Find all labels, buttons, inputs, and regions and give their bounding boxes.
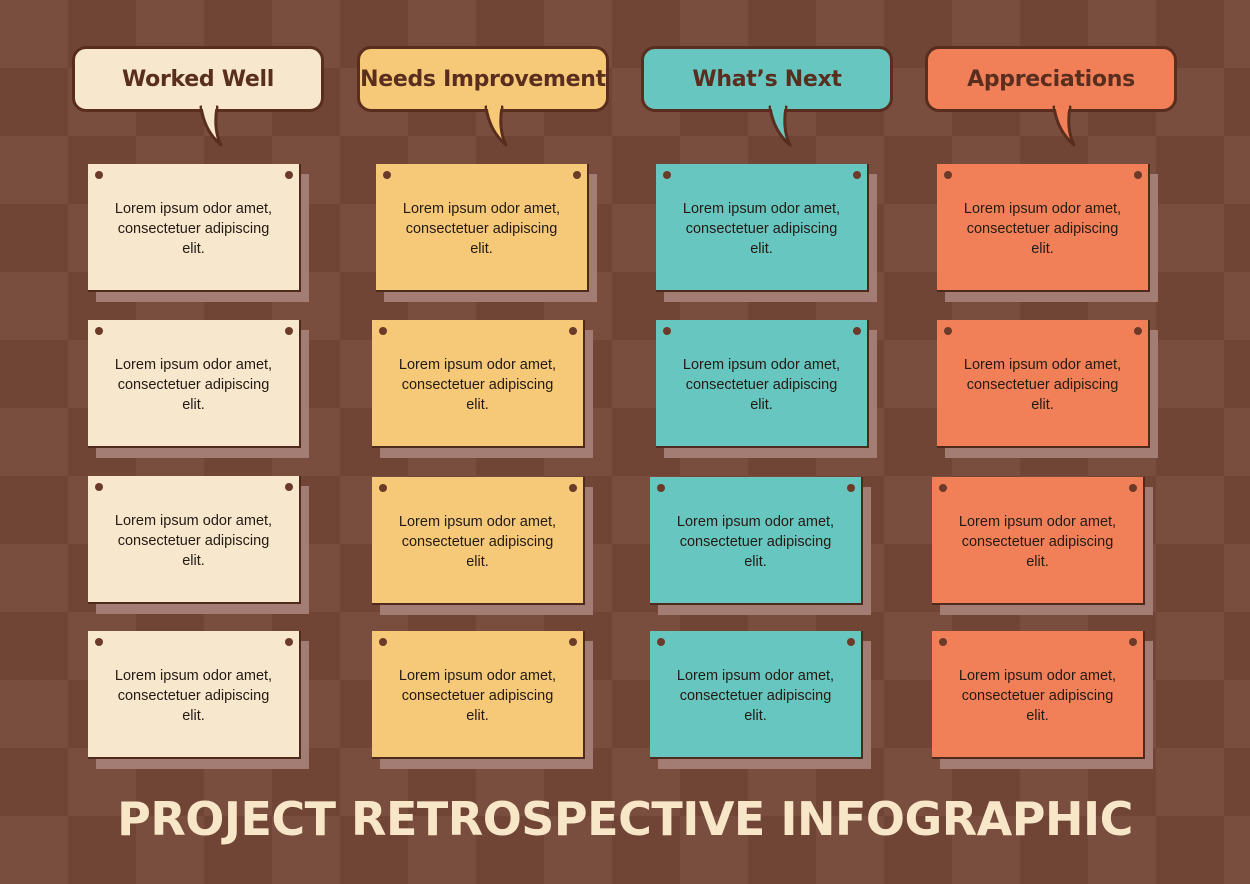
pin-icon <box>379 638 387 646</box>
sticky-note: Lorem ipsum odor amet, consectetuer adip… <box>656 320 877 458</box>
pin-icon <box>95 327 103 335</box>
pin-icon <box>853 327 861 335</box>
pin-icon <box>1129 638 1137 646</box>
pin-icon <box>285 171 293 179</box>
speech-bubble-tail-icon <box>768 103 792 147</box>
note-text: Lorem ipsum odor amet, consectetuer adip… <box>114 357 273 413</box>
speech-bubble-tail-icon <box>1052 103 1076 147</box>
note-body: Lorem ipsum odor amet, consectetuer adip… <box>932 477 1145 605</box>
note-text: Lorem ipsum odor amet, consectetuer adip… <box>676 668 835 724</box>
pin-icon <box>383 171 391 179</box>
sticky-note: Lorem ipsum odor amet, consectetuer adip… <box>932 631 1153 769</box>
pin-icon <box>939 484 947 492</box>
sticky-note: Lorem ipsum odor amet, consectetuer adip… <box>88 631 309 769</box>
speech-bubble-tail-icon <box>199 103 223 147</box>
column-header-needs-improvement: Needs Improvement <box>357 46 609 147</box>
pin-icon <box>847 638 855 646</box>
pin-icon <box>939 638 947 646</box>
pin-icon <box>569 484 577 492</box>
header-label: Worked Well <box>122 66 274 92</box>
note-text: Lorem ipsum odor amet, consectetuer adip… <box>958 514 1117 570</box>
pin-icon <box>944 327 952 335</box>
note-body: Lorem ipsum odor amet, consectetuer adip… <box>88 164 301 292</box>
note-text: Lorem ipsum odor amet, consectetuer adip… <box>963 357 1122 413</box>
pin-icon <box>95 483 103 491</box>
sticky-note: Lorem ipsum odor amet, consectetuer adip… <box>376 164 597 302</box>
note-text: Lorem ipsum odor amet, consectetuer adip… <box>114 668 273 724</box>
sticky-note: Lorem ipsum odor amet, consectetuer adip… <box>372 631 593 769</box>
pin-icon <box>95 171 103 179</box>
note-text: Lorem ipsum odor amet, consectetuer adip… <box>402 201 561 257</box>
note-body: Lorem ipsum odor amet, consectetuer adip… <box>372 631 585 759</box>
note-body: Lorem ipsum odor amet, consectetuer adip… <box>376 164 589 292</box>
pin-icon <box>657 638 665 646</box>
sticky-note: Lorem ipsum odor amet, consectetuer adip… <box>88 476 309 614</box>
sticky-note: Lorem ipsum odor amet, consectetuer adip… <box>656 164 877 302</box>
pin-icon <box>657 484 665 492</box>
pin-icon <box>285 327 293 335</box>
sticky-note: Lorem ipsum odor amet, consectetuer adip… <box>932 477 1153 615</box>
sticky-note: Lorem ipsum odor amet, consectetuer adip… <box>88 320 309 458</box>
note-body: Lorem ipsum odor amet, consectetuer adip… <box>650 477 863 605</box>
pin-icon <box>944 171 952 179</box>
pin-icon <box>1134 171 1142 179</box>
pin-icon <box>1129 484 1137 492</box>
pin-icon <box>569 327 577 335</box>
note-text: Lorem ipsum odor amet, consectetuer adip… <box>682 201 841 257</box>
sticky-note: Lorem ipsum odor amet, consectetuer adip… <box>650 477 871 615</box>
pin-icon <box>853 171 861 179</box>
note-body: Lorem ipsum odor amet, consectetuer adip… <box>372 320 585 448</box>
sticky-note: Lorem ipsum odor amet, consectetuer adip… <box>372 477 593 615</box>
column-header-worked-well: Worked Well <box>72 46 324 147</box>
note-text: Lorem ipsum odor amet, consectetuer adip… <box>398 357 557 413</box>
note-body: Lorem ipsum odor amet, consectetuer adip… <box>932 631 1145 759</box>
note-body: Lorem ipsum odor amet, consectetuer adip… <box>650 631 863 759</box>
note-body: Lorem ipsum odor amet, consectetuer adip… <box>656 164 869 292</box>
note-body: Lorem ipsum odor amet, consectetuer adip… <box>88 476 301 604</box>
note-text: Lorem ipsum odor amet, consectetuer adip… <box>114 201 273 257</box>
pin-icon <box>379 484 387 492</box>
note-body: Lorem ipsum odor amet, consectetuer adip… <box>656 320 869 448</box>
sticky-note: Lorem ipsum odor amet, consectetuer adip… <box>372 320 593 458</box>
note-text: Lorem ipsum odor amet, consectetuer adip… <box>398 514 557 570</box>
sticky-note: Lorem ipsum odor amet, consectetuer adip… <box>937 164 1158 302</box>
note-body: Lorem ipsum odor amet, consectetuer adip… <box>937 164 1150 292</box>
sticky-note: Lorem ipsum odor amet, consectetuer adip… <box>937 320 1158 458</box>
speech-bubble-tail-icon <box>484 103 508 147</box>
note-body: Lorem ipsum odor amet, consectetuer adip… <box>88 320 301 448</box>
pin-icon <box>663 171 671 179</box>
note-text: Lorem ipsum odor amet, consectetuer adip… <box>676 514 835 570</box>
pin-icon <box>379 327 387 335</box>
note-body: Lorem ipsum odor amet, consectetuer adip… <box>937 320 1150 448</box>
note-body: Lorem ipsum odor amet, consectetuer adip… <box>372 477 585 605</box>
pin-icon <box>569 638 577 646</box>
sticky-note: Lorem ipsum odor amet, consectetuer adip… <box>650 631 871 769</box>
note-body: Lorem ipsum odor amet, consectetuer adip… <box>88 631 301 759</box>
pin-icon <box>573 171 581 179</box>
note-text: Lorem ipsum odor amet, consectetuer adip… <box>963 201 1122 257</box>
pin-icon <box>95 638 103 646</box>
note-text: Lorem ipsum odor amet, consectetuer adip… <box>114 513 273 569</box>
note-text: Lorem ipsum odor amet, consectetuer adip… <box>958 668 1117 724</box>
pin-icon <box>1134 327 1142 335</box>
pin-icon <box>285 483 293 491</box>
header-label: Appreciations <box>967 66 1135 92</box>
sticky-note: Lorem ipsum odor amet, consectetuer adip… <box>88 164 309 302</box>
header-label: What’s Next <box>692 66 842 92</box>
column-header-appreciations: Appreciations <box>925 46 1177 147</box>
pin-icon <box>663 327 671 335</box>
column-header-whats-next: What’s Next <box>641 46 893 147</box>
note-text: Lorem ipsum odor amet, consectetuer adip… <box>682 357 841 413</box>
pin-icon <box>285 638 293 646</box>
pin-icon <box>847 484 855 492</box>
header-label: Needs Improvement <box>360 66 606 92</box>
page-title: PROJECT RETROSPECTIVE INFOGRAPHIC <box>117 792 1133 846</box>
note-text: Lorem ipsum odor amet, consectetuer adip… <box>398 668 557 724</box>
